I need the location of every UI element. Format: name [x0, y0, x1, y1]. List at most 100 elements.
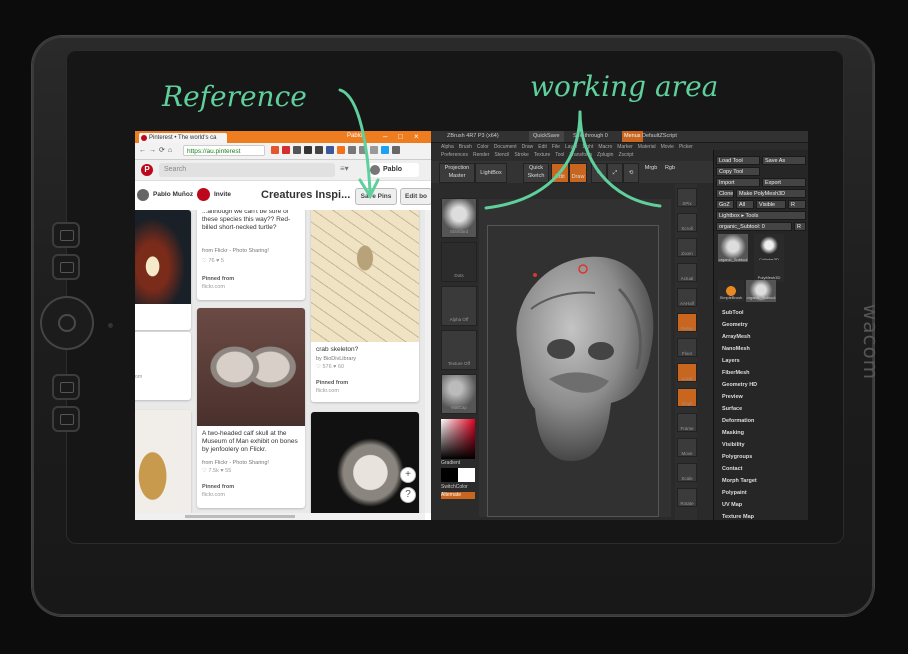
subpalette-uv-map[interactable]: UV Map — [722, 502, 742, 508]
menu-item[interactable]: Stencil — [494, 152, 509, 158]
draw-button[interactable]: Draw — [569, 163, 587, 183]
add-icon[interactable]: + — [401, 468, 415, 482]
extension-icon[interactable] — [381, 146, 389, 154]
shelf-frame-button[interactable]: Frame — [677, 413, 697, 432]
pinterest-logo-icon[interactable]: P — [141, 164, 153, 176]
subpalette-surface[interactable]: Surface — [722, 406, 742, 412]
avatar[interactable] — [137, 189, 149, 201]
minimize-icon[interactable]: – — [383, 132, 387, 141]
export-button[interactable]: Export — [762, 178, 806, 187]
lightbox-tools-button[interactable]: Lightbox ▸ Tools — [716, 211, 806, 220]
switchcolor-button[interactable]: SwitchColor — [441, 484, 468, 490]
shelf-move-button[interactable]: Move — [677, 438, 697, 457]
goz-all-button[interactable]: All — [736, 200, 754, 209]
zbrush-canvas[interactable] — [479, 199, 671, 517]
menu-item[interactable]: Alpha — [441, 144, 454, 150]
pin-card[interactable]: com — [135, 332, 191, 400]
material-swatch[interactable]: MatCap — [441, 374, 477, 414]
url-field[interactable]: https://au.pinterest — [183, 145, 265, 156]
subpalette-polygroups[interactable]: Polygroups — [722, 454, 752, 460]
seethrough-slider[interactable]: See-through 0 — [573, 131, 608, 142]
projection-master-button[interactable]: Projection Master — [439, 163, 475, 183]
subpalette-masking[interactable]: Masking — [722, 430, 744, 436]
menu-item[interactable]: Material — [638, 144, 656, 150]
menu-item[interactable]: Zplugin — [597, 152, 613, 158]
invite-button[interactable]: Invite — [214, 191, 231, 198]
subpalette-layers[interactable]: Layers — [722, 358, 740, 364]
shelf-actual-button[interactable]: Actual — [677, 263, 697, 282]
menu-item[interactable]: Tool — [555, 152, 564, 158]
menu-item[interactable]: Layer — [565, 144, 578, 150]
rgb-button[interactable]: Rgb — [663, 163, 677, 173]
tool-thumbnail[interactable]: organic_Subtool — [746, 280, 776, 302]
shelf-local-button[interactable]: Local — [677, 363, 697, 382]
menu-item[interactable]: Brush — [459, 144, 472, 150]
touch-ring[interactable] — [40, 296, 94, 350]
brush-swatch[interactable]: Standard — [441, 198, 477, 238]
edit-board-button[interactable]: Edit bo — [400, 188, 432, 205]
goz-r-button[interactable]: R — [788, 200, 806, 209]
shelf-persp-button[interactable]: Persp — [677, 313, 697, 332]
subpalette-morph-target[interactable]: Morph Target — [722, 478, 757, 484]
shelf-floor-button[interactable]: Floor — [677, 338, 697, 357]
pin-card[interactable] — [135, 210, 191, 330]
menu-item[interactable]: Transform — [569, 152, 592, 158]
user-button[interactable]: Pablo — [367, 163, 419, 177]
extension-icon[interactable] — [370, 146, 378, 154]
extension-icon[interactable] — [315, 146, 323, 154]
extension-icon[interactable] — [293, 146, 301, 154]
move-icon[interactable]: ✥ — [591, 163, 607, 183]
menu-item[interactable]: Texture — [534, 152, 550, 158]
subpalette-geometry-hd[interactable]: Geometry HD — [722, 382, 757, 388]
pin-card[interactable] — [135, 410, 191, 513]
sculpt-model[interactable] — [479, 199, 671, 517]
subpalette-subtool[interactable]: SubTool — [722, 310, 744, 316]
subpalette-preview[interactable]: Preview — [722, 394, 743, 400]
browser-tab[interactable]: Pinterest • The world's ca — [139, 133, 227, 143]
subpalette-geometry[interactable]: Geometry — [722, 322, 748, 328]
mrgb-button[interactable]: Mrgb — [643, 163, 659, 173]
subpalette-arraymesh[interactable]: ArrayMesh — [722, 334, 750, 340]
extension-icon[interactable] — [304, 146, 312, 154]
menu-icon[interactable] — [392, 146, 400, 154]
tool-thumbnail[interactable]: SimpleBrush — [718, 280, 744, 302]
lightbox-button[interactable]: LightBox — [475, 163, 507, 183]
menu-item[interactable]: Zscript — [618, 152, 633, 158]
extension-icon[interactable] — [359, 146, 367, 154]
tool-thumbnail[interactable]: PolyMesh3D — [754, 260, 784, 282]
menu-item[interactable]: Edit — [538, 144, 547, 150]
import-button[interactable]: Import — [716, 178, 760, 187]
menu-item[interactable]: Color — [477, 144, 489, 150]
maximize-icon[interactable]: □ — [398, 132, 403, 141]
shelf-spix-button[interactable]: SPix — [677, 188, 697, 207]
subpalette-texture-map[interactable]: Texture Map — [722, 514, 754, 520]
main-color-swatch[interactable] — [441, 468, 458, 482]
menu-item[interactable]: Picker — [679, 144, 693, 150]
alternate-button[interactable]: Alternate — [441, 492, 475, 499]
shelf-gxyz-button[interactable]: Gxyz — [677, 388, 697, 407]
goz-visible-button[interactable]: Visible — [756, 200, 786, 209]
save-as-button[interactable]: Save As — [762, 156, 806, 165]
quick-sketch-button[interactable]: Quick Sketch — [523, 163, 549, 183]
tool-thumbnail[interactable]: Cylinder3D — [754, 234, 784, 262]
menus-toggle[interactable]: Menus — [622, 131, 643, 142]
scale-icon[interactable]: ⤢ — [607, 163, 623, 183]
subpalette-deformation[interactable]: Deformation — [722, 418, 754, 424]
menu-item[interactable]: Document — [494, 144, 517, 150]
horizontal-scrollbar[interactable] — [135, 513, 425, 520]
express-key-3[interactable] — [52, 374, 80, 400]
shelf-scroll-button[interactable]: Scroll — [677, 213, 697, 232]
make-polymesh-button[interactable]: Make PolyMesh3D — [736, 189, 806, 198]
save-pins-button[interactable]: Save Pins — [355, 188, 397, 205]
menu-item[interactable]: File — [552, 144, 560, 150]
subpalette-contact[interactable]: Contact — [722, 466, 742, 472]
copy-tool-button[interactable]: Copy Tool — [716, 167, 760, 176]
menu-item[interactable]: Light — [582, 144, 593, 150]
quicksave-button[interactable]: QuickSave — [529, 131, 564, 142]
subpalette-fibermesh[interactable]: FiberMesh — [722, 370, 750, 376]
load-tool-button[interactable]: Load Tool — [716, 156, 760, 165]
shelf-zoom-button[interactable]: Zoom — [677, 238, 697, 257]
clone-button[interactable]: Clone — [716, 189, 734, 198]
extension-icon[interactable] — [326, 146, 334, 154]
tool-thumbnail[interactable]: organic_Subtool — [718, 234, 748, 262]
